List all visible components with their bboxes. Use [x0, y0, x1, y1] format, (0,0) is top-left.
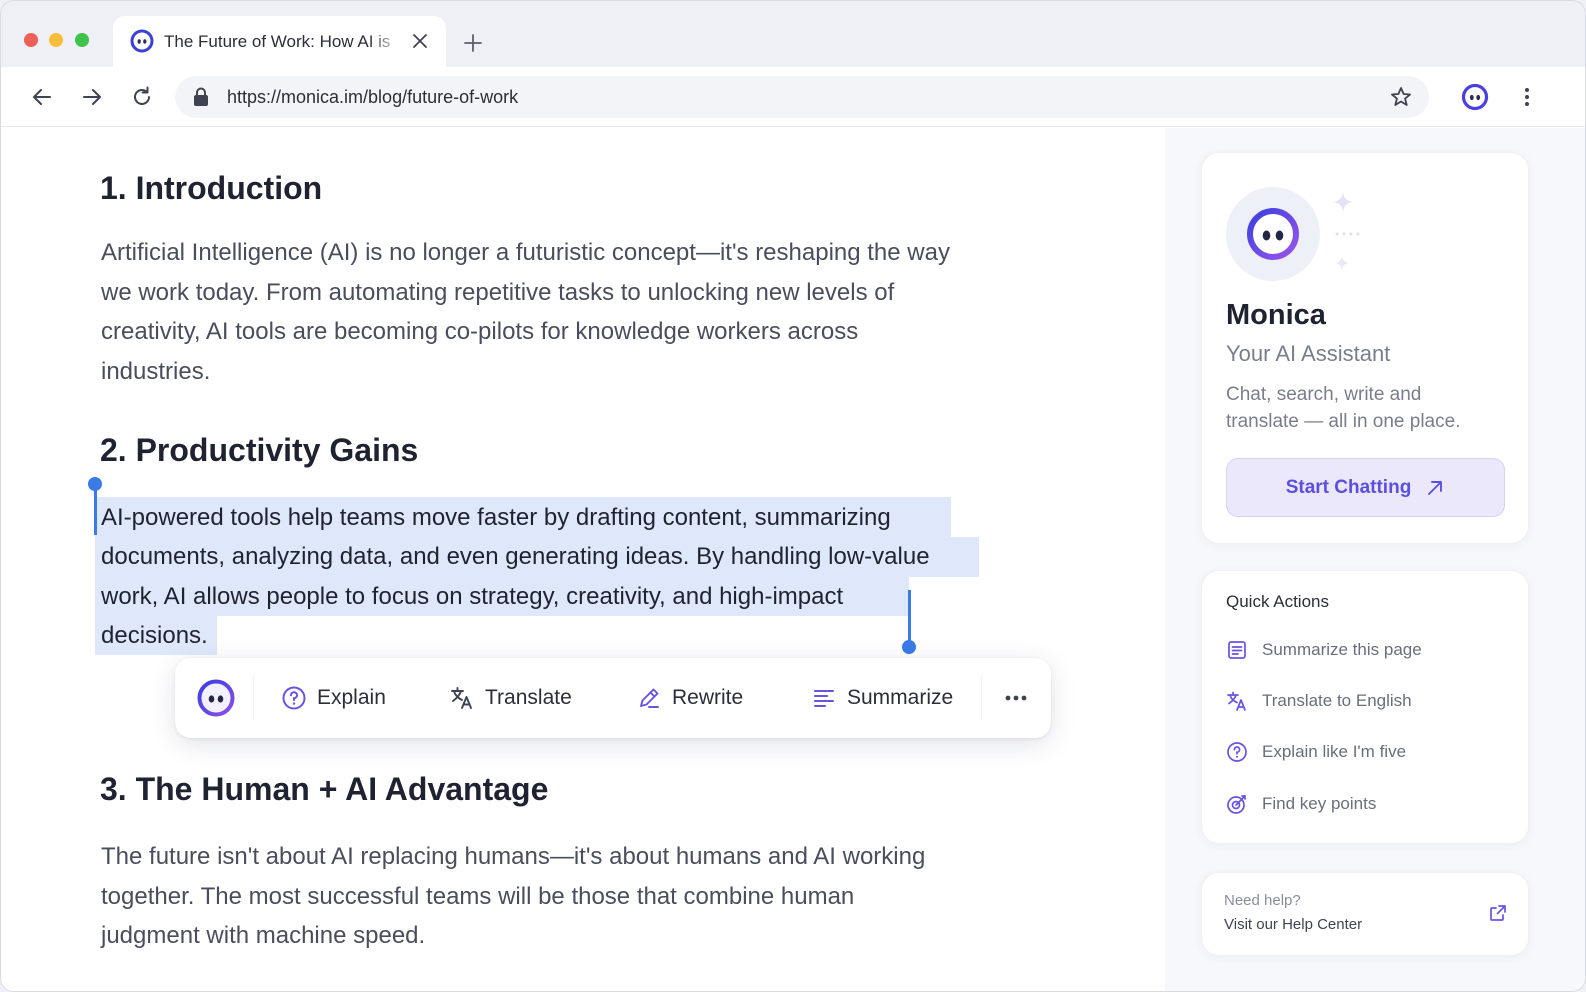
browser-toolbar: https://monica.im/blog/future-of-work	[1, 67, 1585, 127]
selection-action-bar: Explain Translate Rewrite Summarize	[175, 658, 1051, 738]
quick-action-translate[interactable]: Translate to English	[1226, 689, 1412, 713]
url-text: https://monica.im/blog/future-of-work	[227, 87, 519, 107]
translate-icon	[451, 687, 472, 709]
translate-button[interactable]: Translate	[449, 682, 572, 714]
reload-icon[interactable]	[130, 85, 154, 109]
minimize-window-button[interactable]	[49, 33, 63, 47]
assistant-description: Chat, search, write and translate — all …	[1226, 384, 1461, 432]
article-content: 1. Introduction Artificial Intelligence …	[1, 128, 1165, 991]
quick-actions-title: Quick Actions	[1226, 592, 1329, 611]
close-tab-icon[interactable]	[411, 32, 429, 50]
selected-paragraph[interactable]: AI-powered tools help teams move faster …	[101, 498, 1001, 655]
assistant-card: Monica Your AI Assistant Chat, search, w…	[1201, 152, 1529, 544]
arrow-up-right-icon	[1428, 480, 1443, 495]
monica-logo-icon[interactable]	[196, 678, 236, 718]
tab-active[interactable]: The Future of Work: How AI is	[113, 16, 446, 68]
lock-icon	[194, 87, 208, 106]
monica-logo-icon	[130, 29, 154, 53]
tab-strip: The Future of Work: How AI is	[1, 1, 1585, 68]
selection-end-caret	[908, 590, 911, 642]
divider	[981, 676, 982, 720]
back-icon[interactable]	[30, 85, 54, 109]
start-chatting-button[interactable]: Start Chatting	[1226, 458, 1505, 517]
monica-logo-icon	[1247, 208, 1299, 260]
summarize-button[interactable]: Summarize	[811, 682, 953, 714]
sparkle-icon	[1335, 256, 1349, 270]
help-card[interactable]: Need help? Visit our Help Center	[1201, 872, 1529, 956]
section-heading: 2. Productivity Gains	[100, 432, 419, 468]
selection-start-caret	[94, 485, 97, 535]
sparkle-icon	[1333, 192, 1353, 212]
quick-action-summarize[interactable]: Summarize this page	[1226, 638, 1422, 662]
summary-icon	[1228, 641, 1246, 659]
browser-menu-icon[interactable]	[1515, 85, 1539, 109]
bookmark-star-icon[interactable]	[1389, 85, 1413, 109]
rewrite-button[interactable]: Rewrite	[636, 682, 743, 714]
monica-extension-icon[interactable]	[1461, 83, 1489, 111]
assistant-name: Monica	[1226, 299, 1326, 331]
help-label: Need help?	[1224, 892, 1301, 909]
address-bar[interactable]: https://monica.im/blog/future-of-work	[175, 76, 1429, 118]
new-tab-icon[interactable]	[463, 33, 483, 53]
explain-button[interactable]: Explain	[281, 682, 386, 714]
quick-action-key-points[interactable]: Find key points	[1226, 792, 1376, 816]
divider	[253, 676, 254, 720]
section-paragraph: The future isn't about AI replacing huma…	[101, 843, 926, 949]
more-options-icon[interactable]	[1001, 685, 1031, 711]
question-icon	[1227, 742, 1247, 762]
external-link-icon[interactable]	[1488, 903, 1508, 923]
summarize-icon	[814, 690, 834, 707]
section-paragraph: Artificial Intelligence (AI) is no longe…	[101, 239, 950, 385]
section-heading: 3. The Human + AI Advantage	[100, 771, 549, 807]
close-window-button[interactable]	[24, 33, 38, 47]
forward-icon[interactable]	[80, 85, 104, 109]
quick-action-explain[interactable]: Explain like I'm five	[1226, 740, 1406, 764]
tab-title: The Future of Work: How AI is	[164, 32, 391, 51]
quick-actions-card: Quick Actions Summarize this page Transl…	[1201, 570, 1529, 844]
assistant-subtitle: Your AI Assistant	[1226, 341, 1391, 366]
monica-sidebar: Monica Your AI Assistant Chat, search, w…	[1165, 128, 1585, 991]
browser-window: The Future of Work: How AI is https://mo…	[0, 0, 1586, 992]
selection-end-handle[interactable]	[902, 640, 916, 654]
question-icon	[282, 686, 306, 710]
rewrite-icon	[640, 688, 659, 708]
help-center-link[interactable]: Visit our Help Center	[1224, 916, 1362, 933]
translate-icon	[1227, 691, 1246, 711]
avatar	[1226, 187, 1320, 281]
maximize-window-button[interactable]	[75, 33, 89, 47]
dots-decoration-icon	[1335, 232, 1360, 236]
target-icon	[1227, 795, 1246, 814]
section-heading: 1. Introduction	[100, 170, 323, 206]
